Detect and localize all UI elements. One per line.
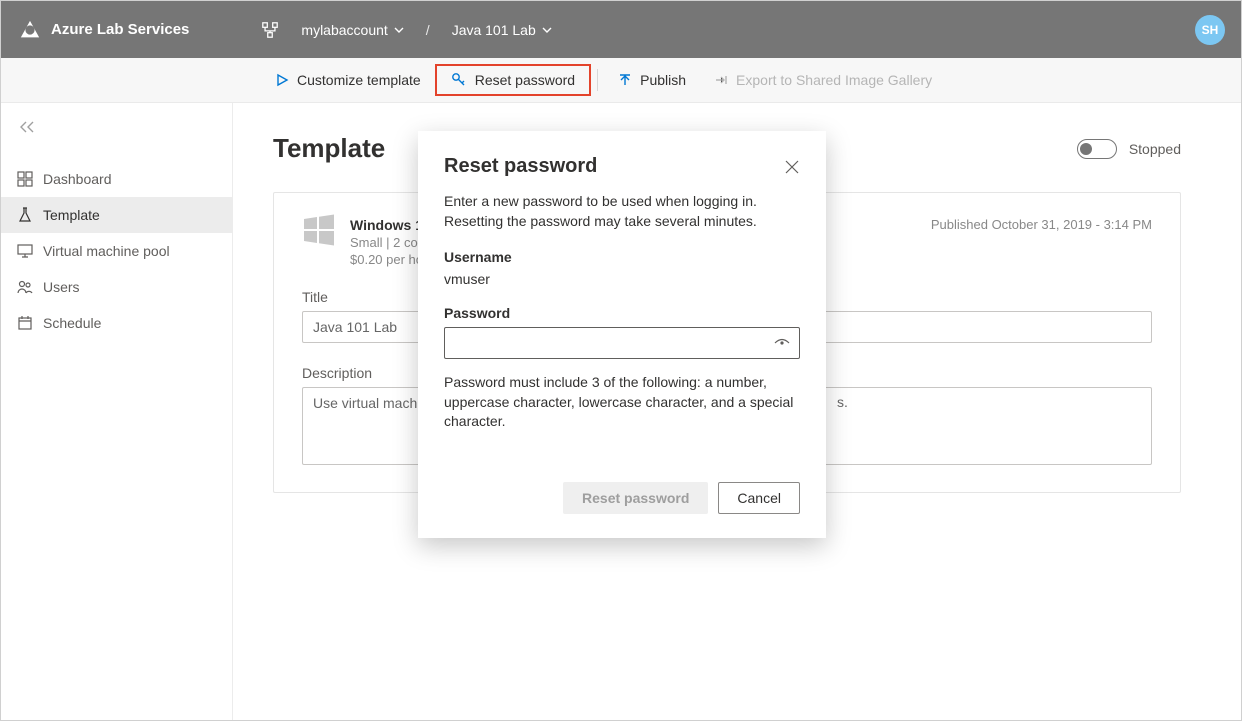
close-icon[interactable] [784, 159, 800, 175]
sidebar-item-label: Virtual machine pool [43, 243, 170, 259]
sidebar-item-vmpool[interactable]: Virtual machine pool [1, 233, 232, 269]
sidebar: Dashboard Template Virtual machine pool … [1, 103, 233, 720]
modal-title: Reset password [444, 155, 597, 178]
windows-icon [302, 213, 336, 253]
reset-label: Reset password [475, 72, 575, 88]
network-icon [261, 21, 279, 39]
breadcrumb-separator: / [426, 22, 430, 38]
play-icon [275, 73, 289, 87]
published-info: Published October 31, 2019 - 3:14 PM [931, 217, 1152, 232]
password-label: Password [444, 305, 800, 321]
customize-template-button[interactable]: Customize template [261, 64, 435, 96]
sidebar-collapse-button[interactable] [1, 113, 232, 141]
toolbar-divider [597, 69, 598, 91]
users-icon [17, 279, 33, 295]
breadcrumb-account-label: mylabaccount [301, 22, 387, 38]
password-hint: Password must include 3 of the following… [444, 373, 800, 432]
export-label: Export to Shared Image Gallery [736, 72, 932, 88]
brand: Azure Lab Services [17, 19, 189, 41]
breadcrumb-lab[interactable]: Java 101 Lab [446, 18, 558, 42]
action-toolbar: Customize template Reset password Publis… [1, 58, 1241, 103]
brand-name: Azure Lab Services [51, 21, 189, 38]
vm-status: Stopped [1077, 139, 1181, 159]
reset-password-modal: Reset password Enter a new password to b… [418, 131, 826, 538]
sidebar-item-dashboard[interactable]: Dashboard [1, 161, 232, 197]
sidebar-item-label: Template [43, 207, 100, 223]
azure-labs-icon [17, 19, 43, 41]
vm-status-label: Stopped [1129, 141, 1181, 157]
chevron-down-icon [394, 25, 404, 35]
sidebar-item-template[interactable]: Template [1, 197, 232, 233]
key-icon [451, 72, 467, 88]
vm-power-toggle[interactable] [1077, 139, 1117, 159]
publish-button[interactable]: Publish [604, 64, 700, 96]
export-icon [714, 73, 728, 87]
password-input[interactable] [444, 327, 800, 359]
upload-icon [618, 73, 632, 87]
flask-icon [17, 207, 33, 223]
modal-cancel-button[interactable]: Cancel [718, 482, 800, 514]
chevron-down-icon [542, 25, 552, 35]
modal-submit-button: Reset password [563, 482, 708, 514]
page-title: Template [273, 133, 385, 164]
modal-intro: Enter a new password to be used when log… [444, 192, 800, 231]
username-label: Username [444, 249, 800, 265]
calendar-icon [17, 315, 33, 331]
username-value: vmuser [444, 271, 800, 287]
sidebar-item-label: Schedule [43, 315, 101, 331]
chevron-double-left-icon [17, 120, 37, 134]
customize-label: Customize template [297, 72, 421, 88]
topbar: Azure Lab Services mylabaccount / Java 1… [1, 1, 1241, 58]
sidebar-item-label: Dashboard [43, 171, 112, 187]
dashboard-icon [17, 171, 33, 187]
sidebar-item-users[interactable]: Users [1, 269, 232, 305]
reveal-password-icon[interactable] [774, 337, 790, 349]
avatar[interactable]: SH [1195, 15, 1225, 45]
monitor-icon [17, 243, 33, 259]
sidebar-item-schedule[interactable]: Schedule [1, 305, 232, 341]
publish-label: Publish [640, 72, 686, 88]
description-suffix: s. [837, 394, 848, 410]
reset-password-button[interactable]: Reset password [435, 64, 591, 96]
export-button: Export to Shared Image Gallery [700, 64, 946, 96]
breadcrumb-lab-label: Java 101 Lab [452, 22, 536, 38]
sidebar-item-label: Users [43, 279, 80, 295]
breadcrumb-account[interactable]: mylabaccount [295, 18, 409, 42]
